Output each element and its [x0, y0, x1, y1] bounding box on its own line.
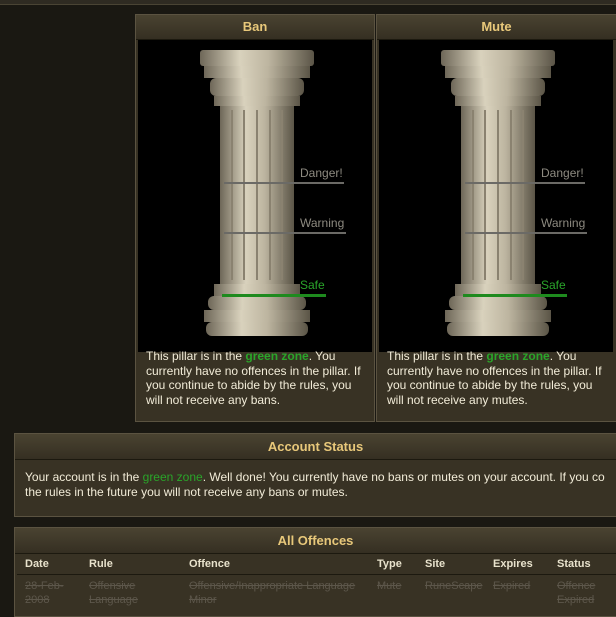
account-text-before: Your account is in the: [25, 470, 143, 484]
col-rule[interactable]: Rule: [81, 554, 181, 575]
mute-safe-line: [463, 294, 567, 297]
cell-rule: Offensive Language: [89, 580, 138, 606]
cell-type: Mute: [377, 580, 402, 592]
cell-status: Offence Expired: [557, 580, 596, 606]
offences-header-row: Date Rule Offence Type Site Expires Stat…: [17, 554, 616, 575]
offences-table: Date Rule Offence Type Site Expires Stat…: [17, 554, 616, 607]
ban-warning-label: Warning: [300, 216, 345, 230]
top-bar: [0, 0, 616, 5]
mute-safe-label: Safe: [541, 278, 566, 292]
ban-safe-line: [222, 294, 326, 297]
col-site[interactable]: Site: [417, 554, 485, 575]
ban-description: This pillar is in the green zone. You cu…: [146, 349, 368, 407]
col-type[interactable]: Type: [369, 554, 417, 575]
mute-description: This pillar is in the green zone. You cu…: [387, 349, 609, 407]
ban-warning-line: [224, 232, 346, 234]
account-status-title: Account Status: [15, 434, 616, 460]
cell-offence: Offensive/Inappropriate Language Minor: [189, 580, 356, 606]
ban-pillar-icon: [200, 50, 314, 336]
mute-pillar-icon: [441, 50, 555, 336]
mute-danger-label: Danger!: [541, 166, 584, 180]
table-row: 28-Feb-2008 Offensive Language Offensive…: [17, 575, 616, 608]
ban-text-before: This pillar is in the: [146, 349, 246, 363]
mute-panel: Mute Danger! Warning Safe This pillar is…: [376, 14, 616, 422]
cell-site: RuneScape: [425, 580, 483, 592]
col-date[interactable]: Date: [17, 554, 81, 575]
mute-zone-text: green zone: [486, 349, 550, 363]
account-status-text: Your account is in the green zone. Well …: [25, 470, 616, 500]
mute-warning-line: [465, 232, 587, 234]
ban-pillar-area: Danger! Warning Safe: [138, 40, 372, 352]
ban-danger-line: [224, 182, 344, 184]
offences-panel: All Offences Date Rule Offence Type Site…: [14, 527, 616, 617]
ban-panel: Ban Danger! Warning Safe This pillar is …: [135, 14, 375, 422]
ban-panel-title: Ban: [136, 15, 374, 40]
ban-safe-label: Safe: [300, 278, 325, 292]
mute-danger-line: [465, 182, 585, 184]
account-zone-text: green zone: [142, 470, 203, 484]
mute-panel-title: Mute: [377, 15, 616, 40]
account-status-line1: Your account is in the green zone. Well …: [25, 470, 616, 485]
account-status-panel: Account Status Your account is in the gr…: [14, 433, 616, 517]
col-offence[interactable]: Offence: [181, 554, 369, 575]
col-expires[interactable]: Expires: [485, 554, 549, 575]
cell-expires: Expired: [493, 580, 531, 592]
account-text-after: . Well done! You currently have no bans …: [202, 470, 605, 484]
cell-date: 28-Feb-2008: [25, 580, 64, 606]
col-status[interactable]: Status: [549, 554, 616, 575]
offences-title: All Offences: [15, 528, 616, 554]
mute-pillar-area: Danger! Warning Safe: [379, 40, 613, 352]
mute-text-before: This pillar is in the: [387, 349, 487, 363]
ban-danger-label: Danger!: [300, 166, 343, 180]
account-status-line2: the rules in the future you will not rec…: [25, 485, 348, 499]
mute-warning-label: Warning: [541, 216, 586, 230]
ban-zone-text: green zone: [245, 349, 309, 363]
